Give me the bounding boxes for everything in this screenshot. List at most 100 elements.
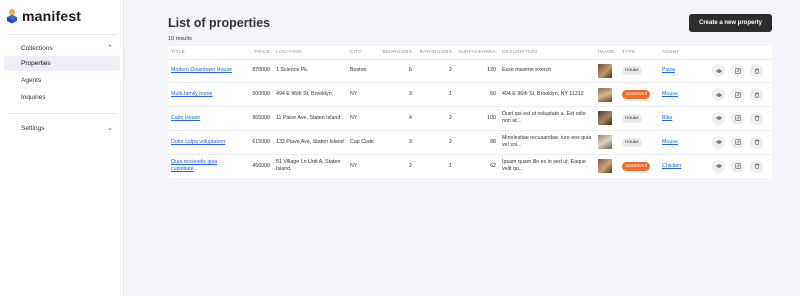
col-header-title[interactable]: TITLE bbox=[168, 46, 238, 60]
table-row: Dolor culpa voluptatem 615000 133 Piave … bbox=[168, 130, 772, 155]
agent-link[interactable]: Mouse bbox=[662, 91, 678, 97]
create-property-button[interactable]: Create a new property bbox=[689, 14, 772, 32]
property-thumbnail-image bbox=[598, 135, 612, 150]
col-header-bathrooms[interactable]: BATHROOMS bbox=[415, 46, 455, 60]
col-header-agent[interactable]: AGENT bbox=[659, 46, 701, 60]
property-title-link[interactable]: Modern Downtown House bbox=[171, 67, 232, 73]
description-cell: Ipsam quam illo ex in sed ut. Eaque veli… bbox=[502, 159, 586, 173]
settings-label: Settings bbox=[21, 124, 45, 132]
bedrooms-cell: 4 bbox=[377, 106, 415, 131]
surfacearea-cell: 50 bbox=[455, 82, 499, 108]
eye-icon bbox=[715, 69, 722, 73]
delete-button[interactable] bbox=[750, 64, 763, 78]
table-row: Calm House 865000 11 Piave Ave, Staten I… bbox=[168, 106, 772, 131]
col-header-city[interactable]: CITY bbox=[347, 46, 377, 60]
type-badge: Apartment bbox=[622, 90, 651, 100]
row-actions bbox=[704, 111, 769, 125]
properties-table: TITLE PRICE LOCATION CITY BEDROOMS BATHR… bbox=[168, 46, 772, 178]
collections-section: Collections ⌃ Properties Agents Inquirie… bbox=[0, 40, 123, 107]
eye-icon bbox=[715, 116, 722, 121]
property-thumbnail-image bbox=[598, 111, 612, 126]
view-button[interactable] bbox=[712, 111, 725, 125]
chevron-down-icon: ⌄ bbox=[107, 125, 113, 132]
trash-icon bbox=[754, 92, 759, 98]
edit-icon bbox=[734, 139, 741, 145]
bathrooms-cell: 2 bbox=[415, 59, 455, 84]
trash-icon bbox=[754, 164, 759, 169]
description-cell: Duet qui est ut voluptate a. Est odio no… bbox=[499, 106, 595, 131]
location-cell: 1 Science Pk. bbox=[273, 59, 347, 84]
trash-icon bbox=[754, 140, 759, 145]
surfacearea-cell: 120 bbox=[455, 59, 499, 84]
sidebar-item-label: Agents bbox=[21, 77, 42, 84]
edit-button[interactable] bbox=[731, 88, 744, 102]
sidebar-item-agents[interactable]: Agents bbox=[4, 73, 120, 88]
sidebar-item-inquiries[interactable]: Inquiries bbox=[4, 90, 120, 105]
sidebar-item-properties[interactable]: Properties bbox=[4, 56, 120, 71]
delete-button[interactable] bbox=[750, 88, 763, 102]
col-header-price[interactable]: PRICE bbox=[238, 46, 273, 60]
col-header-actions bbox=[701, 46, 772, 60]
delete-button[interactable] bbox=[750, 159, 763, 173]
row-actions bbox=[704, 135, 769, 149]
city-cell: NY bbox=[350, 162, 358, 169]
edit-icon bbox=[734, 92, 741, 98]
edit-icon bbox=[734, 68, 741, 74]
view-button[interactable] bbox=[712, 88, 725, 102]
brand[interactable]: manifest bbox=[6, 8, 81, 24]
edit-button[interactable] bbox=[731, 64, 744, 78]
edit-button[interactable] bbox=[731, 159, 744, 173]
settings-toggle[interactable]: Settings ⌄ bbox=[0, 120, 123, 136]
eye-icon bbox=[715, 140, 722, 144]
surfacearea-cell: 88 bbox=[455, 130, 499, 155]
delete-button[interactable] bbox=[750, 111, 763, 125]
property-title-link[interactable]: Dolor culpa voluptatem bbox=[171, 139, 225, 145]
collections-toggle[interactable]: Collections ⌃ bbox=[0, 40, 123, 56]
price-cell: 865000 bbox=[238, 106, 273, 131]
surfacearea-cell: 100 bbox=[455, 106, 499, 131]
type-badge: House bbox=[622, 66, 642, 76]
view-button[interactable] bbox=[712, 64, 725, 78]
agent-link[interactable]: Bike bbox=[662, 115, 672, 121]
property-title-link[interactable]: Multi-family home bbox=[171, 91, 213, 97]
type-badge: Apartment bbox=[622, 161, 651, 171]
bedrooms-cell: 3 bbox=[377, 82, 415, 108]
table-row: Quia reiciendis ipsa cupiditate 456000 5… bbox=[168, 154, 772, 178]
col-header-bedrooms[interactable]: BEDROOMS bbox=[377, 46, 415, 60]
row-actions bbox=[704, 88, 769, 102]
type-badge: House bbox=[622, 113, 642, 123]
col-header-type[interactable]: TYPE bbox=[619, 46, 659, 60]
chevron-up-icon: ⌃ bbox=[107, 45, 113, 52]
agent-link[interactable]: Mouse bbox=[662, 139, 678, 145]
agent-link[interactable]: Pizza bbox=[662, 67, 675, 73]
property-thumbnail-image bbox=[598, 63, 612, 78]
agent-link[interactable]: Chicken bbox=[662, 163, 681, 169]
table-row: Modern Downtown House 870000 1 Science P… bbox=[168, 59, 772, 84]
col-header-description[interactable]: DESCRIPTION bbox=[499, 46, 595, 60]
col-header-image: IMAGE bbox=[595, 46, 619, 60]
bathrooms-cell: 1 bbox=[449, 162, 452, 169]
bedrooms-cell: 2 bbox=[409, 162, 412, 169]
settings-section: Settings ⌄ bbox=[0, 120, 123, 136]
price-cell: 615000 bbox=[238, 130, 273, 155]
description-cell: 494 E 96th St, Brooklyn, NY 11212 bbox=[499, 82, 595, 108]
brand-name: manifest bbox=[22, 8, 82, 24]
col-header-location[interactable]: LOCATION bbox=[273, 46, 347, 60]
edit-button[interactable] bbox=[731, 111, 744, 125]
delete-button[interactable] bbox=[750, 135, 763, 149]
property-title-link[interactable]: Calm House bbox=[171, 115, 200, 121]
edit-icon bbox=[734, 163, 741, 169]
manifest-logo-icon bbox=[7, 9, 17, 24]
property-title-link[interactable]: Quia reiciendis ipsa cupiditate bbox=[171, 159, 217, 172]
city-cell: Boston bbox=[347, 59, 377, 84]
table-header-row: TITLE PRICE LOCATION CITY BEDROOMS BATHR… bbox=[168, 46, 772, 60]
sidebar-item-label: Properties bbox=[21, 60, 51, 67]
row-actions bbox=[704, 64, 769, 78]
trash-icon bbox=[754, 116, 759, 122]
sidebar-divider bbox=[8, 113, 116, 114]
col-header-surfacearea[interactable]: SURFACEAREA bbox=[455, 46, 499, 60]
view-button[interactable] bbox=[712, 135, 725, 149]
city-cell: NY bbox=[347, 82, 377, 108]
edit-button[interactable] bbox=[731, 135, 744, 149]
view-button[interactable] bbox=[712, 159, 725, 173]
